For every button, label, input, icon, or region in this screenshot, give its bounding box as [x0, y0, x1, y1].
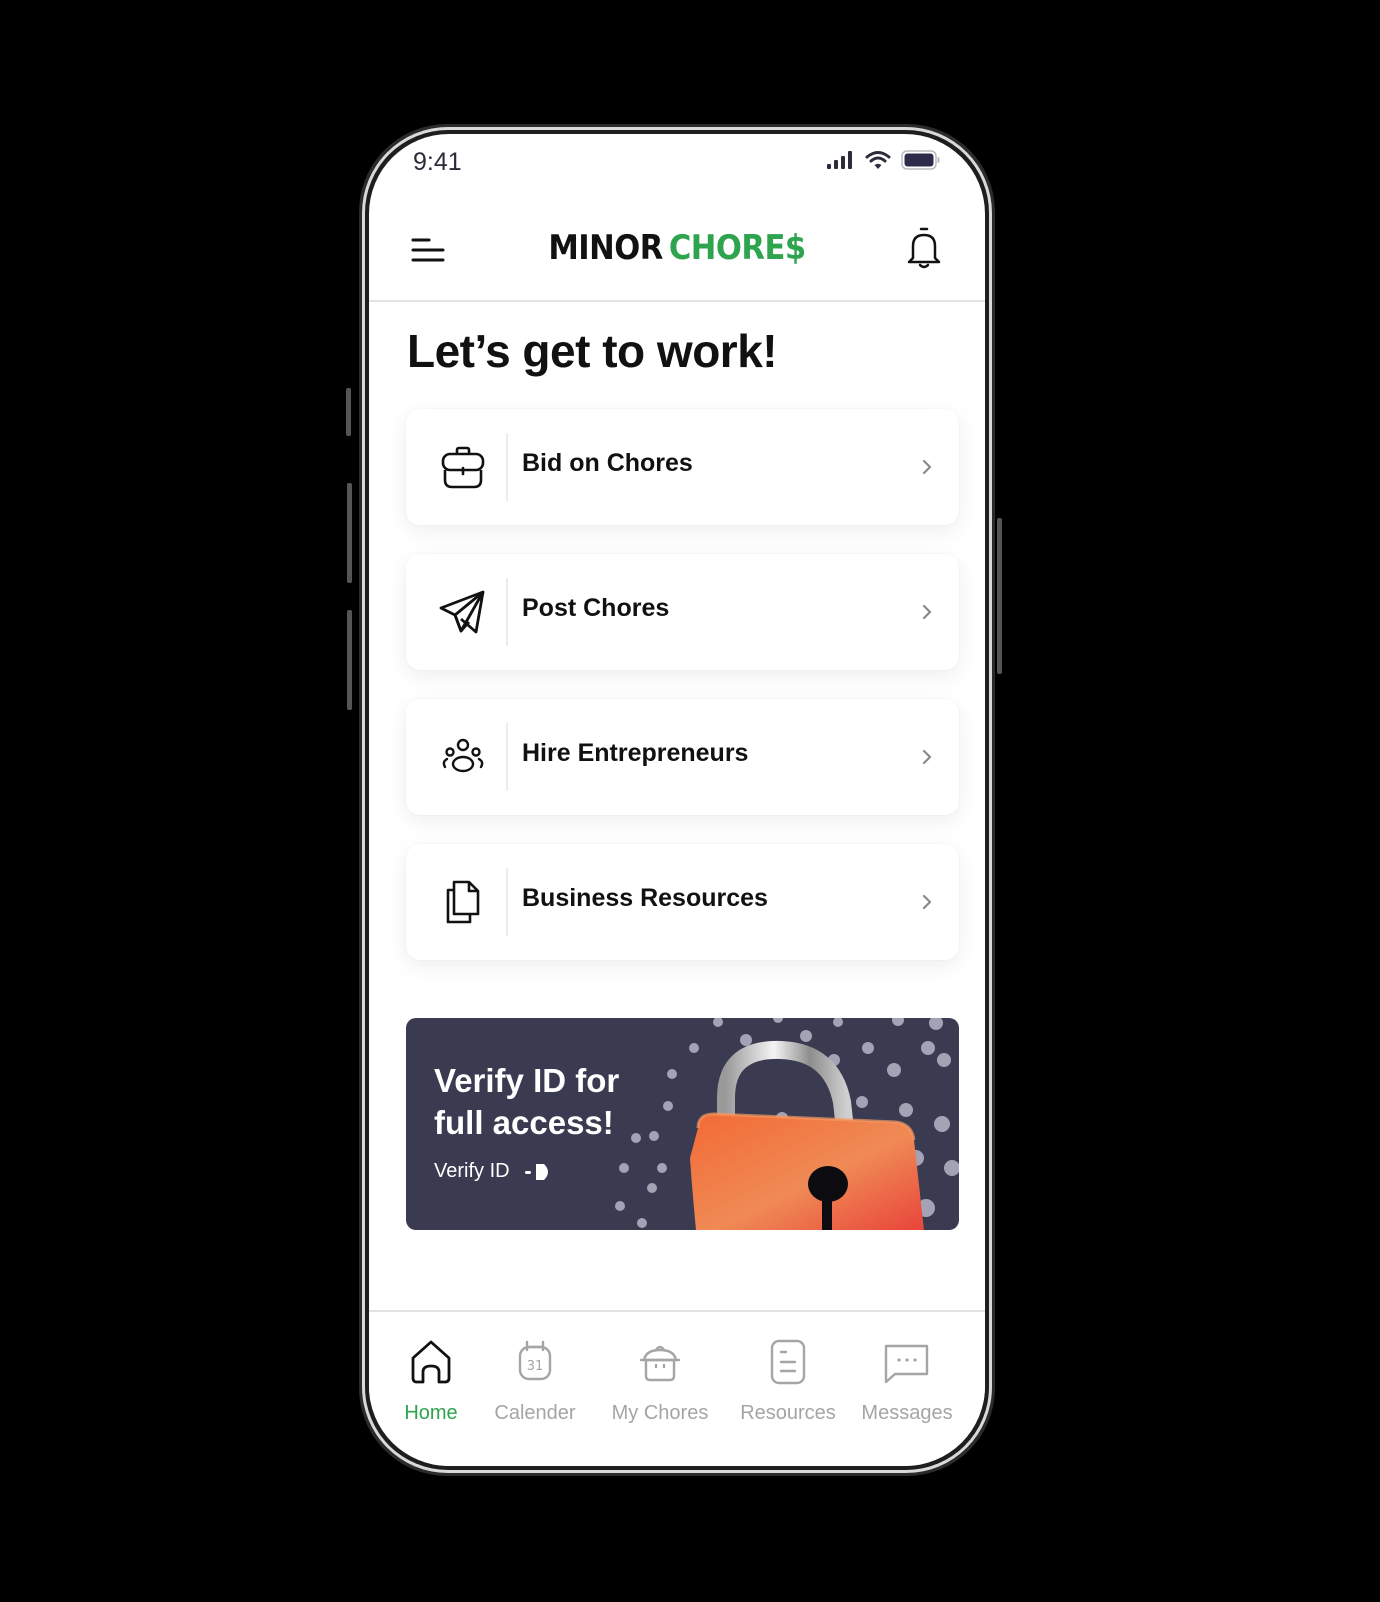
- logo-minor: MINOR: [548, 228, 663, 268]
- status-time: 9:41: [413, 148, 462, 176]
- resources-document-icon: [770, 1339, 806, 1385]
- calendar-icon: 31: [518, 1340, 552, 1381]
- nav-item-messages[interactable]: Messages: [847, 1338, 967, 1425]
- bell-icon: [907, 227, 941, 269]
- post-chores-card[interactable]: Post Chores: [406, 554, 959, 670]
- verify-id-banner[interactable]: Verify ID for full access! Verify ID: [406, 1018, 959, 1230]
- arrow-right-icon: [524, 1163, 548, 1180]
- business-resources-card[interactable]: Business Resources: [406, 844, 959, 960]
- phone-frame: 9:41 MINOR CHORE$ Let’s get to work! Bid…: [359, 124, 995, 1476]
- briefcase-icon: [441, 446, 485, 489]
- nav-label: My Chores: [611, 1402, 709, 1424]
- volume-down-button: [347, 610, 352, 710]
- hamburger-menu-icon: [411, 238, 445, 262]
- hamburger-menu-button[interactable]: [407, 230, 447, 270]
- card-divider: [506, 868, 508, 936]
- bottom-navigation: Home 31 Calender My Chores Resources Mes…: [369, 1310, 985, 1466]
- chores-pot-icon: [639, 1345, 681, 1382]
- nav-item-calendar[interactable]: 31 Calender: [475, 1338, 595, 1425]
- volume-up-button: [347, 483, 352, 583]
- power-button: [997, 518, 1002, 674]
- nav-label: Home: [404, 1402, 458, 1424]
- action-card-list: Bid on Chores Post Chores Hire Entrepren…: [406, 409, 959, 989]
- people-group-icon: [442, 738, 484, 773]
- mute-switch: [346, 388, 351, 436]
- nav-item-resources[interactable]: Resources: [728, 1338, 848, 1425]
- verify-id-label: Verify ID: [434, 1160, 510, 1182]
- chevron-right-icon: [922, 459, 932, 475]
- card-label: Post Chores: [522, 594, 670, 622]
- app-header: MINOR CHORE$: [369, 204, 985, 302]
- chevron-right-icon: [922, 894, 932, 910]
- status-bar: 9:41: [369, 134, 985, 194]
- phone-screen: 9:41 MINOR CHORE$ Let’s get to work! Bid…: [369, 134, 985, 1466]
- card-label: Business Resources: [522, 884, 768, 912]
- nav-item-home[interactable]: Home: [371, 1338, 491, 1425]
- app-logo: MINOR CHORE$: [548, 228, 806, 268]
- card-divider: [506, 578, 508, 646]
- documents-icon: [446, 880, 480, 924]
- cellular-signal-icon: [827, 151, 852, 169]
- wifi-icon: [865, 151, 891, 169]
- nav-label: Calender: [494, 1402, 576, 1424]
- notifications-button[interactable]: [905, 226, 943, 270]
- card-label: Hire Entrepreneurs: [522, 739, 749, 767]
- message-icon: [884, 1344, 929, 1384]
- svg-text:31: 31: [527, 1359, 544, 1374]
- banner-title: Verify ID for full access!: [434, 1062, 620, 1141]
- nav-label: Messages: [861, 1402, 953, 1424]
- battery-icon: [901, 150, 940, 170]
- bid-on-chores-card[interactable]: Bid on Chores: [406, 409, 959, 525]
- logo-chores: CHORE$: [668, 228, 806, 268]
- chevron-right-icon: [922, 604, 932, 620]
- nav-item-my-chores[interactable]: My Chores: [600, 1338, 720, 1425]
- status-icons: [827, 150, 941, 170]
- nav-label: Resources: [740, 1402, 836, 1424]
- hire-entrepreneurs-card[interactable]: Hire Entrepreneurs: [406, 699, 959, 815]
- chevron-right-icon: [922, 749, 932, 765]
- card-divider: [506, 723, 508, 791]
- page-title: Let’s get to work!: [407, 325, 778, 377]
- verify-id-link[interactable]: Verify ID: [434, 1160, 554, 1183]
- paper-plane-icon: [439, 590, 485, 634]
- card-label: Bid on Chores: [522, 449, 693, 477]
- home-icon: [411, 1340, 451, 1384]
- card-divider: [506, 433, 508, 501]
